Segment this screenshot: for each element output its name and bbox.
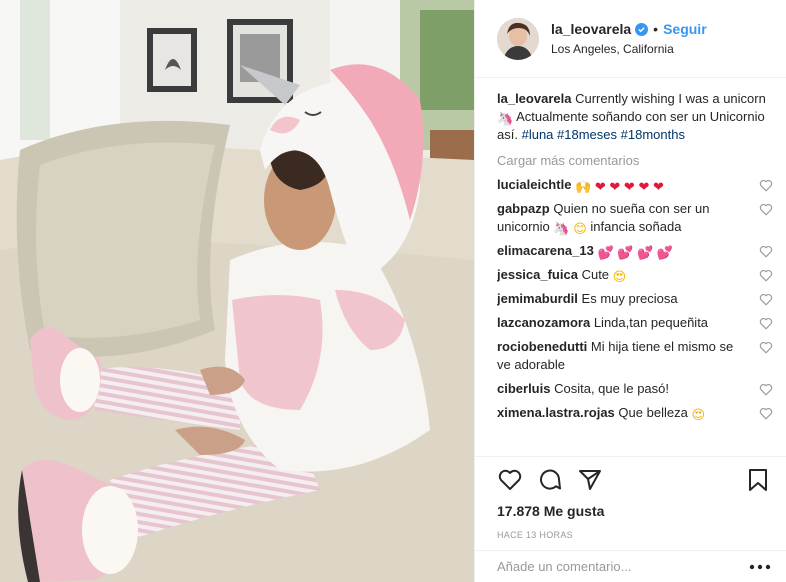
comment-item: lazcanozamora Linda,tan pequeñita [497,314,773,332]
comment-like-heart-icon[interactable] [759,317,773,330]
paper-plane-icon[interactable] [577,467,603,493]
post-photo[interactable] [0,0,474,582]
comment-item: jemimaburdil Es muy preciosa [497,290,773,308]
verified-badge-icon [635,22,649,36]
bookmark-icon[interactable] [745,467,771,493]
comment-item: lucialeichtle 🙌 ❤ ❤ ❤ ❤ ❤ [497,176,773,194]
two-hearts-emoji-icon: 💕 [637,246,654,261]
avatar-image [497,17,539,60]
heart-outline-icon[interactable] [497,467,523,493]
speech-bubble-icon[interactable] [537,467,563,493]
smiling-face-emoji-icon: 😊 [573,222,587,237]
comment-text: Cute [581,267,610,282]
heart-emoji-icon: ❤ [594,180,606,195]
heart-emoji-icon: ❤ [609,180,621,195]
comment-like-heart-icon[interactable] [759,293,773,306]
caption-text-1: Currently wishing I was a unicorn [575,91,766,106]
child-in-unicorn-costume-image [0,0,474,582]
comment-username[interactable]: ximena.lastra.rojas [497,405,615,420]
comment-like-heart-icon[interactable] [759,245,773,258]
comment-text: Es muy preciosa [581,291,678,306]
likes-count[interactable]: 17.878 Me gusta [497,503,771,519]
comment-username[interactable]: lucialeichtle [497,177,571,192]
hashtag-link[interactable]: #18meses [557,127,617,142]
comment-like-heart-icon[interactable] [759,203,773,216]
two-hearts-emoji-icon: 💕 [597,246,614,261]
comment-input[interactable] [497,559,749,574]
comment-username[interactable]: ciberluis [497,381,550,396]
comment-like-heart-icon[interactable] [759,341,773,354]
post-header: la_leovarela • Seguir Los Angeles, Calif… [475,0,786,78]
heart-eyes-emoji-icon: 😍 [612,270,627,285]
comment-username[interactable]: jemimaburdil [497,291,578,306]
post-author-username[interactable]: la_leovarela [551,21,631,37]
comment-username[interactable]: rociobenedutti [497,339,587,354]
post-caption: la_leovarela Currently wishing I was a u… [497,90,773,144]
comment-item: rociobenedutti Mi hija tiene el mismo se… [497,338,773,374]
load-more-comments-button[interactable]: Cargar más comentarios [497,152,773,170]
comment-username[interactable]: gabpazp [497,201,550,216]
heart-eyes-emoji-icon: 😍 [691,408,705,423]
comment-text: Linda,tan pequeñita [593,315,709,330]
post-actions: 17.878 Me gusta HACE 13 HORAS [475,456,786,540]
comment-text: Que belleza [618,405,688,420]
unicorn-emoji-icon: 🦄 [553,222,570,237]
comment-username[interactable]: lazcanozamora [497,315,590,330]
raised-hands-emoji-icon: 🙌 [575,180,592,195]
comment-item: ximena.lastra.rojas Que belleza 😍 [497,404,773,422]
comment-username[interactable]: jessica_fuica [497,267,578,282]
comment-item: gabpazp Quien no sueña con ser un unicor… [497,200,773,236]
comment-like-heart-icon[interactable] [759,383,773,396]
ellipsis-icon[interactable] [749,564,771,570]
comment-item: ciberluis Cosita, que le pasó! [497,380,773,398]
comment-item: elimacarena_13 💕 💕 💕 💕 [497,242,773,260]
post-timestamp[interactable]: HACE 13 HORAS [497,530,771,540]
comment-username[interactable]: elimacarena_13 [497,243,594,258]
two-hearts-emoji-icon: 💕 [617,246,634,261]
heart-emoji-icon: ❤ [623,180,635,195]
post-side-panel: la_leovarela • Seguir Los Angeles, Calif… [474,0,786,582]
post-location[interactable]: Los Angeles, California [551,42,707,56]
add-comment-bar [475,550,786,582]
comment-like-heart-icon[interactable] [759,269,773,282]
hashtag-link[interactable]: #luna [522,127,554,142]
follow-button[interactable]: Seguir [663,21,707,37]
caption-username[interactable]: la_leovarela [497,91,571,106]
heart-emoji-icon: ❤ [652,180,664,195]
comment-text: Cosita, que le pasó! [554,381,669,396]
unicorn-emoji-icon: 🦄 [497,112,514,127]
comment-like-heart-icon[interactable] [759,407,773,420]
hashtag-link[interactable]: #18months [621,127,685,142]
two-hearts-emoji-icon: 💕 [656,246,674,261]
avatar[interactable] [497,17,539,60]
comments-list[interactable]: la_leovarela Currently wishing I was a u… [497,90,773,456]
heart-emoji-icon: ❤ [638,180,650,195]
comment-like-heart-icon[interactable] [759,179,773,192]
comment-item: jessica_fuica Cute 😍 [497,266,773,284]
comment-text-after: infancia soñada [590,219,682,234]
separator-dot: • [653,21,659,37]
